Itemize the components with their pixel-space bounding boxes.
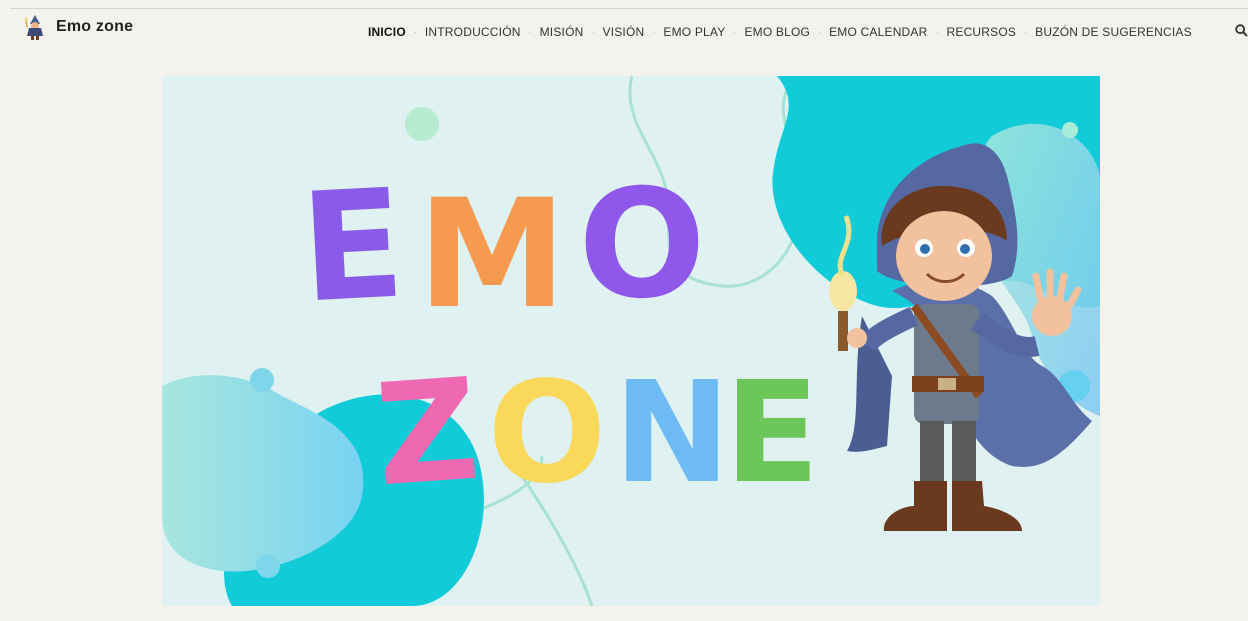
nav-separator: ·	[1024, 27, 1028, 37]
nav-item-emo-blog[interactable]: EMO BLOG	[744, 25, 810, 39]
nav-item-buzón-de-sugerencias[interactable]: BUZÓN DE SUGERENCIAS	[1035, 25, 1192, 39]
nav-separator: ·	[413, 27, 417, 37]
nav-item-recursos[interactable]: RECURSOS	[947, 25, 1017, 39]
nav-item-misión[interactable]: MISIÓN	[540, 25, 584, 39]
hero-letter-n: N	[613, 352, 730, 515]
nav-item-inicio[interactable]: INICIO	[368, 25, 406, 39]
wizard-logo-icon	[24, 15, 43, 40]
nav-item-visión[interactable]: VISIÓN	[602, 25, 644, 39]
brand[interactable]: Emo zone	[24, 14, 133, 40]
main-nav: INICIO · INTRODUCCIÓN · MISIÓN · VISIÓN · EMO PL…	[368, 25, 1192, 39]
nav-separator: ·	[528, 27, 532, 37]
site-header: Emo zone INICIO · INTRODUCCIÓN · MISIÓN · VISI…	[0, 0, 1248, 52]
hero-letter-m: M	[417, 168, 566, 342]
nav-separator: ·	[935, 27, 939, 37]
nav-item-emo-calendar[interactable]: EMO CALENDAR	[829, 25, 927, 39]
hero-banner: E M O Z O N E	[162, 76, 1100, 606]
nav-item-introducción[interactable]: INTRODUCCIÓN	[425, 25, 521, 39]
hero-letter-o: O	[578, 158, 706, 332]
nav-separator: ·	[591, 27, 595, 37]
nav-separator: ·	[652, 27, 656, 37]
hero-letter-e: E	[724, 352, 820, 515]
hero-letter-o: O	[487, 352, 606, 515]
nav-separator: ·	[733, 27, 737, 37]
hero-illustration: E M O Z O N E	[162, 76, 1100, 606]
hero-letter-z: Z	[371, 349, 484, 519]
site-name: Emo zone	[56, 18, 134, 35]
nav-item-emo-play[interactable]: EMO PLAY	[663, 25, 725, 39]
nav-separator: ·	[818, 27, 822, 37]
hero-letter-e: E	[297, 157, 408, 336]
search-icon[interactable]	[1235, 24, 1248, 37]
